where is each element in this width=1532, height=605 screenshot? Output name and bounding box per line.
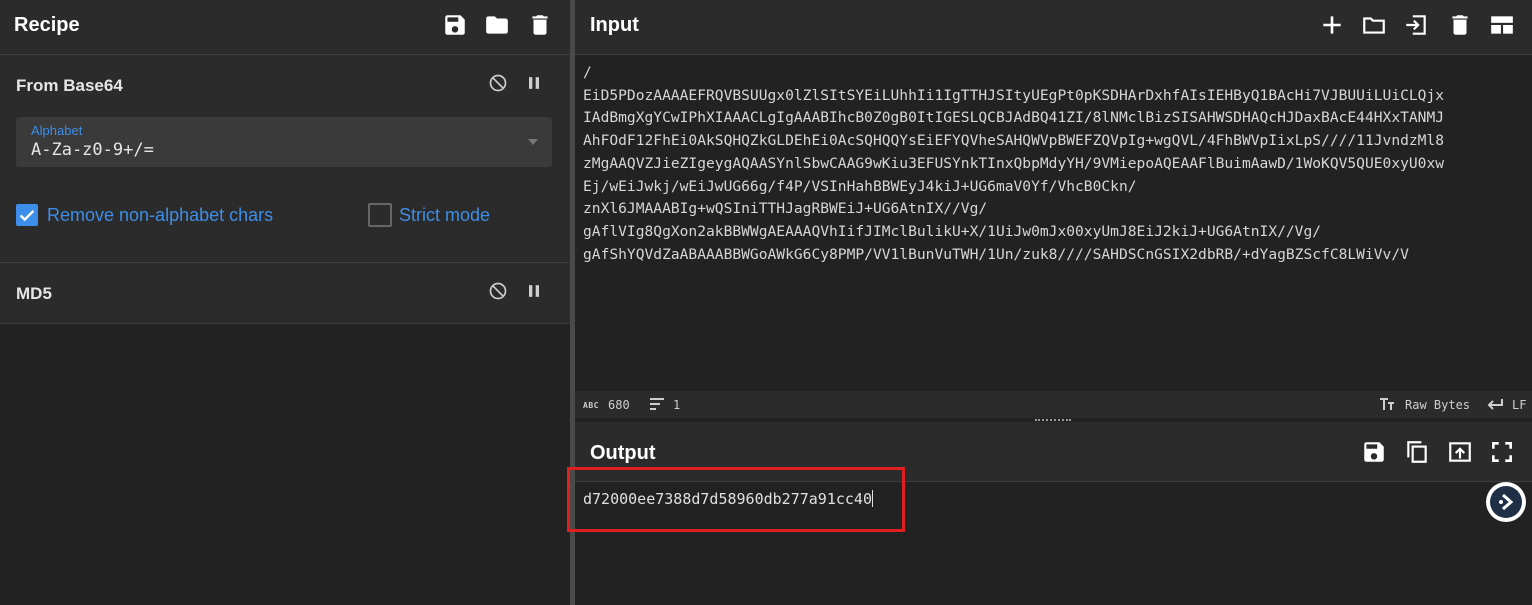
remove-non-alphabet-checkbox[interactable] xyxy=(16,204,38,226)
copy-icon[interactable] xyxy=(1404,439,1430,465)
output-title: Output xyxy=(590,442,656,464)
output-header: Output xyxy=(575,422,1532,482)
input-line: Ej/wEiJwkj/wEiJwUG66g/f4P/VSInHahBBWEyJ4… xyxy=(583,177,1137,195)
folder-open-icon[interactable] xyxy=(484,12,510,38)
pause-operation-icon[interactable] xyxy=(524,73,544,93)
output-value: d72000ee7388d7d58960db277a91cc40 xyxy=(583,490,872,508)
disable-operation-icon[interactable] xyxy=(488,73,508,93)
raw-bytes-label[interactable]: Raw Bytes xyxy=(1405,398,1470,412)
lines-icon xyxy=(649,397,665,414)
alphabet-select[interactable]: Alphabet A-Za-z0-9+/= xyxy=(16,117,552,167)
char-count: 680 xyxy=(608,398,630,412)
input-line: gAfShYQVdZaABAAABBWGoAWkG6Cy8PMP/VV1lBun… xyxy=(583,245,1409,263)
eol-label[interactable]: LF xyxy=(1512,398,1526,412)
save-output-icon[interactable] xyxy=(1361,439,1387,465)
alphabet-label: Alphabet xyxy=(31,123,83,138)
disable-operation-icon[interactable] xyxy=(488,281,508,301)
input-line: znXl6JMAAABIg+wQSIniTTHJagRBWEiJ+UG6AtnI… xyxy=(583,200,988,218)
chevron-down-icon xyxy=(528,139,538,145)
magic-wand-button[interactable] xyxy=(1486,482,1526,522)
eol-icon[interactable] xyxy=(1486,397,1504,414)
input-textarea[interactable]: / EiD5PDozAAAAEFRQVBSUUgx0lZlSItSYEiLUhhI… xyxy=(583,62,1527,266)
fullscreen-icon[interactable] xyxy=(1489,439,1515,465)
output-textarea[interactable]: d72000ee7388d7d58960db277a91cc40 xyxy=(583,490,873,508)
input-line: zMgAAQVZJieZIgeygAQAASYnlSbwCAAG9wKiu3EF… xyxy=(583,154,1445,172)
trash-icon[interactable] xyxy=(527,12,553,38)
replace-input-icon[interactable] xyxy=(1447,439,1473,465)
recipe-panel: Recipe From Base64 Alphabet A-Za-z0-9+/=… xyxy=(0,0,570,605)
recipe-title: Recipe xyxy=(14,14,80,36)
input-panel: Input / EiD5PDozAAAAEFRQVBSUUgx0lZlSItSYE… xyxy=(575,0,1532,418)
operation-title: MD5 xyxy=(16,284,52,303)
alphabet-value: A-Za-z0-9+/= xyxy=(31,140,154,160)
recipe-header: Recipe xyxy=(0,0,570,55)
check-icon xyxy=(19,210,35,222)
clear-input-icon[interactable] xyxy=(1447,12,1473,38)
save-recipe-icon[interactable] xyxy=(442,12,468,38)
operation-title: From Base64 xyxy=(16,76,123,95)
input-title: Input xyxy=(590,14,639,36)
remove-non-alphabet-label[interactable]: Remove non-alphabet chars xyxy=(47,205,273,226)
input-status-bar: ABC 680 1 Raw Bytes LF xyxy=(575,391,1532,418)
import-file-icon[interactable] xyxy=(1403,12,1429,38)
abc-icon: ABC xyxy=(583,401,599,410)
text-cursor xyxy=(871,490,873,507)
magic-icon xyxy=(1490,486,1522,518)
input-header: Input xyxy=(575,0,1532,55)
input-line: IAdBmgXgYCwIPhXIAAACLgIgAAABIhcB0Z0gB0It… xyxy=(583,109,1445,127)
strict-mode-checkbox[interactable] xyxy=(368,203,392,227)
line-count: 1 xyxy=(673,398,681,412)
output-panel: Output d72000ee7388d7d58960db277a91cc40 xyxy=(575,422,1532,605)
pause-operation-icon[interactable] xyxy=(524,281,544,301)
input-line: AhFOdF12FhEi0AkSQHQZkGLDEhEi0AcSQHQQYsEi… xyxy=(583,132,1445,150)
operation-md5[interactable]: MD5 xyxy=(0,263,570,324)
text-encoding-icon[interactable] xyxy=(1379,397,1395,414)
input-line: / xyxy=(583,64,592,81)
strict-mode-label[interactable]: Strict mode xyxy=(399,205,490,226)
input-line: gAflVIg8QgXon2akBBWWgAEAAAQVhIifJIMclBul… xyxy=(583,222,1322,240)
open-folder-icon[interactable] xyxy=(1361,12,1387,38)
operation-from-base64[interactable]: From Base64 Alphabet A-Za-z0-9+/= Remove… xyxy=(0,55,570,263)
add-tab-icon[interactable] xyxy=(1319,12,1345,38)
layout-icon[interactable] xyxy=(1489,12,1515,38)
input-line: EiD5PDozAAAAEFRQVBSUUgx0lZlSItSYEiLUhhIi… xyxy=(583,86,1445,104)
